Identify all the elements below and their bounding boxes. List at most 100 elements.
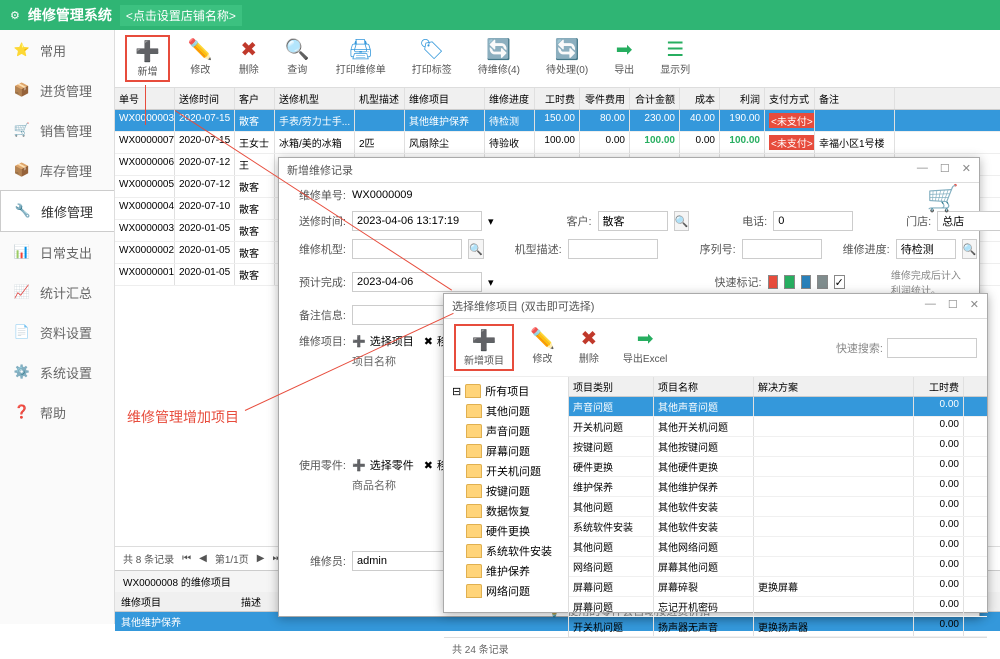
d2-table-row[interactable]: 声音问题其他声音问题0.00	[569, 397, 987, 417]
grid-header-8[interactable]: 零件费用	[580, 88, 630, 109]
tree-item[interactable]: 维护保养	[448, 561, 564, 581]
grid-header-11[interactable]: 利润	[720, 88, 765, 109]
pager-next[interactable]: ▶	[257, 553, 265, 564]
d2-toolbar-新增项目[interactable]: ➕新增项目	[454, 324, 514, 371]
remove-part-icon[interactable]: ✖	[424, 459, 433, 472]
d2-table-row[interactable]: 其他问题其他软件安装0.00	[569, 497, 987, 517]
d2-header[interactable]: 工时费	[914, 377, 964, 396]
d2-table-row[interactable]: 开关机问题其他开关机问题0.00	[569, 417, 987, 437]
d2-table-row[interactable]: 开关机问题扬声器无声音更换扬声器0.00	[569, 617, 987, 637]
d2-toolbar-删除[interactable]: ✖删除	[571, 324, 607, 371]
toolbar-修改[interactable]: ✏️修改	[180, 35, 221, 82]
grid-header-12[interactable]: 支付方式	[765, 88, 815, 109]
mark-blue[interactable]	[801, 275, 812, 289]
maximize-icon[interactable]: ☐	[948, 298, 958, 314]
d2-table-row[interactable]: 维护保养其他维护保养0.00	[569, 477, 987, 497]
d2-table-row[interactable]: 其他问题其他网络问题0.00	[569, 537, 987, 557]
mark-clear[interactable]: ✓	[834, 275, 845, 289]
grid-header-6[interactable]: 维修进度	[485, 88, 535, 109]
toolbar-打印标签[interactable]: 🏷打印标签	[404, 35, 460, 82]
d2-header[interactable]: 项目类别	[569, 377, 654, 396]
grid-header-2[interactable]: 客户	[235, 88, 275, 109]
quick-search-input[interactable]	[887, 338, 977, 358]
model-desc-input[interactable]	[568, 239, 658, 259]
expect-date-input[interactable]	[352, 272, 482, 292]
maximize-icon[interactable]: ☐	[940, 162, 950, 178]
d2-table-row[interactable]: 屏幕问题忘记开机密码0.00	[569, 597, 987, 617]
sidebar-item-库存管理[interactable]: 📦库存管理	[0, 150, 114, 190]
d2-table-row[interactable]: 系统软件安装其他软件安装0.00	[569, 517, 987, 537]
toolbar-查询[interactable]: 🔍查询	[277, 35, 318, 82]
tree-item[interactable]: 系统软件安装	[448, 541, 564, 561]
d2-table-row[interactable]: 硬件更换其他硬件更换0.00	[569, 457, 987, 477]
minimize-icon[interactable]: —	[925, 298, 936, 314]
grid-row[interactable]: WX00000032020-07-15散客手表/劳力士手...其他维护保养待检测…	[115, 110, 1000, 132]
grid-header-5[interactable]: 维修项目	[405, 88, 485, 109]
phone-input[interactable]	[773, 211, 853, 231]
sidebar-item-进货管理[interactable]: 📦进货管理	[0, 70, 114, 110]
d2-table-row[interactable]: 屏幕问题屏幕碎裂更换屏幕0.00	[569, 577, 987, 597]
remove-item-icon[interactable]: ✖	[424, 335, 433, 348]
mark-red[interactable]	[768, 275, 779, 289]
send-time-input[interactable]	[352, 211, 482, 231]
tree-item[interactable]: 按键问题	[448, 481, 564, 501]
minimize-icon[interactable]: —	[917, 162, 928, 178]
add-item-icon[interactable]: ➕	[352, 335, 366, 348]
grid-header-3[interactable]: 送修机型	[275, 88, 355, 109]
tree-item[interactable]: 硬件更换	[448, 521, 564, 541]
search-icon[interactable]: 🔍	[674, 211, 690, 231]
grid-header-9[interactable]: 合计金额	[630, 88, 680, 109]
mark-green[interactable]	[784, 275, 795, 289]
store-select[interactable]	[937, 211, 1000, 231]
tree-item[interactable]: 网络问题	[448, 581, 564, 601]
d2-toolbar-导出Excel[interactable]: ➡导出Excel	[615, 324, 675, 371]
pager-first[interactable]: ⏮	[182, 553, 191, 564]
d2-table-row[interactable]: 按键问题其他按键问题0.00	[569, 437, 987, 457]
sidebar-item-日常支出[interactable]: 📊日常支出	[0, 232, 114, 272]
add-part-icon[interactable]: ➕	[352, 459, 366, 472]
grid-header-10[interactable]: 成本	[680, 88, 720, 109]
d2-table-row[interactable]: 网络问题屏幕其他问题0.00	[569, 557, 987, 577]
close-icon[interactable]: ✕	[962, 162, 971, 178]
pager-prev[interactable]: ◀	[199, 553, 207, 564]
tree-item[interactable]: 数据恢复	[448, 501, 564, 521]
grid-header-0[interactable]: 单号	[115, 88, 175, 109]
toolbar-导出[interactable]: ➡导出	[606, 35, 642, 82]
d2-header[interactable]: 解决方案	[754, 377, 914, 396]
dialog1-title: 新增维修记录	[287, 162, 353, 178]
toolbar-待处理(0)[interactable]: 🔄待处理(0)	[538, 35, 596, 82]
search-icon[interactable]: 🔍	[468, 239, 484, 259]
model-input[interactable]	[352, 239, 462, 259]
toolbar-删除[interactable]: ✖删除	[231, 35, 267, 82]
grid-header-13[interactable]: 备注	[815, 88, 895, 109]
toolbar-新增[interactable]: ➕新增	[125, 35, 170, 82]
grid-header-1[interactable]: 送修时间	[175, 88, 235, 109]
tree-item[interactable]: 开关机问题	[448, 461, 564, 481]
toolbar-待维修(4)[interactable]: 🔄待维修(4)	[470, 35, 528, 82]
progress-select[interactable]	[896, 239, 956, 259]
mark-gray[interactable]	[817, 275, 828, 289]
sidebar-item-常用[interactable]: ⭐常用	[0, 30, 114, 70]
sidebar-item-维修管理[interactable]: 🔧维修管理	[0, 190, 114, 232]
sidebar-item-资料设置[interactable]: 📄资料设置	[0, 312, 114, 352]
grid-header-7[interactable]: 工时费	[535, 88, 580, 109]
toolbar-显示列[interactable]: ☰显示列	[652, 35, 698, 82]
search-icon[interactable]: 🔍	[962, 239, 978, 259]
tree-item[interactable]: 声音问题	[448, 421, 564, 441]
tree-item[interactable]: 屏幕问题	[448, 441, 564, 461]
serial-input[interactable]	[742, 239, 822, 259]
sidebar-item-销售管理[interactable]: 🛒销售管理	[0, 110, 114, 150]
grid-row[interactable]: WX00000072020-07-15王女士冰箱/美的冰箱2匹风扇除尘待验收10…	[115, 132, 1000, 154]
close-icon[interactable]: ✕	[970, 298, 979, 314]
tree-item[interactable]: 其他问题	[448, 401, 564, 421]
sidebar-item-帮助[interactable]: ❓帮助	[0, 392, 114, 432]
tree-item[interactable]: ⊟ 所有项目	[448, 381, 564, 401]
d2-toolbar-修改[interactable]: ✏️修改	[522, 324, 563, 371]
sidebar-item-系统设置[interactable]: ⚙️系统设置	[0, 352, 114, 392]
toolbar-打印维修单[interactable]: 🖨打印维修单	[328, 35, 394, 82]
grid-header-4[interactable]: 机型描述	[355, 88, 405, 109]
store-name-button[interactable]: <点击设置店铺名称>	[120, 5, 242, 26]
d2-header[interactable]: 项目名称	[654, 377, 754, 396]
customer-input[interactable]	[598, 211, 668, 231]
sidebar-item-统计汇总[interactable]: 📈统计汇总	[0, 272, 114, 312]
